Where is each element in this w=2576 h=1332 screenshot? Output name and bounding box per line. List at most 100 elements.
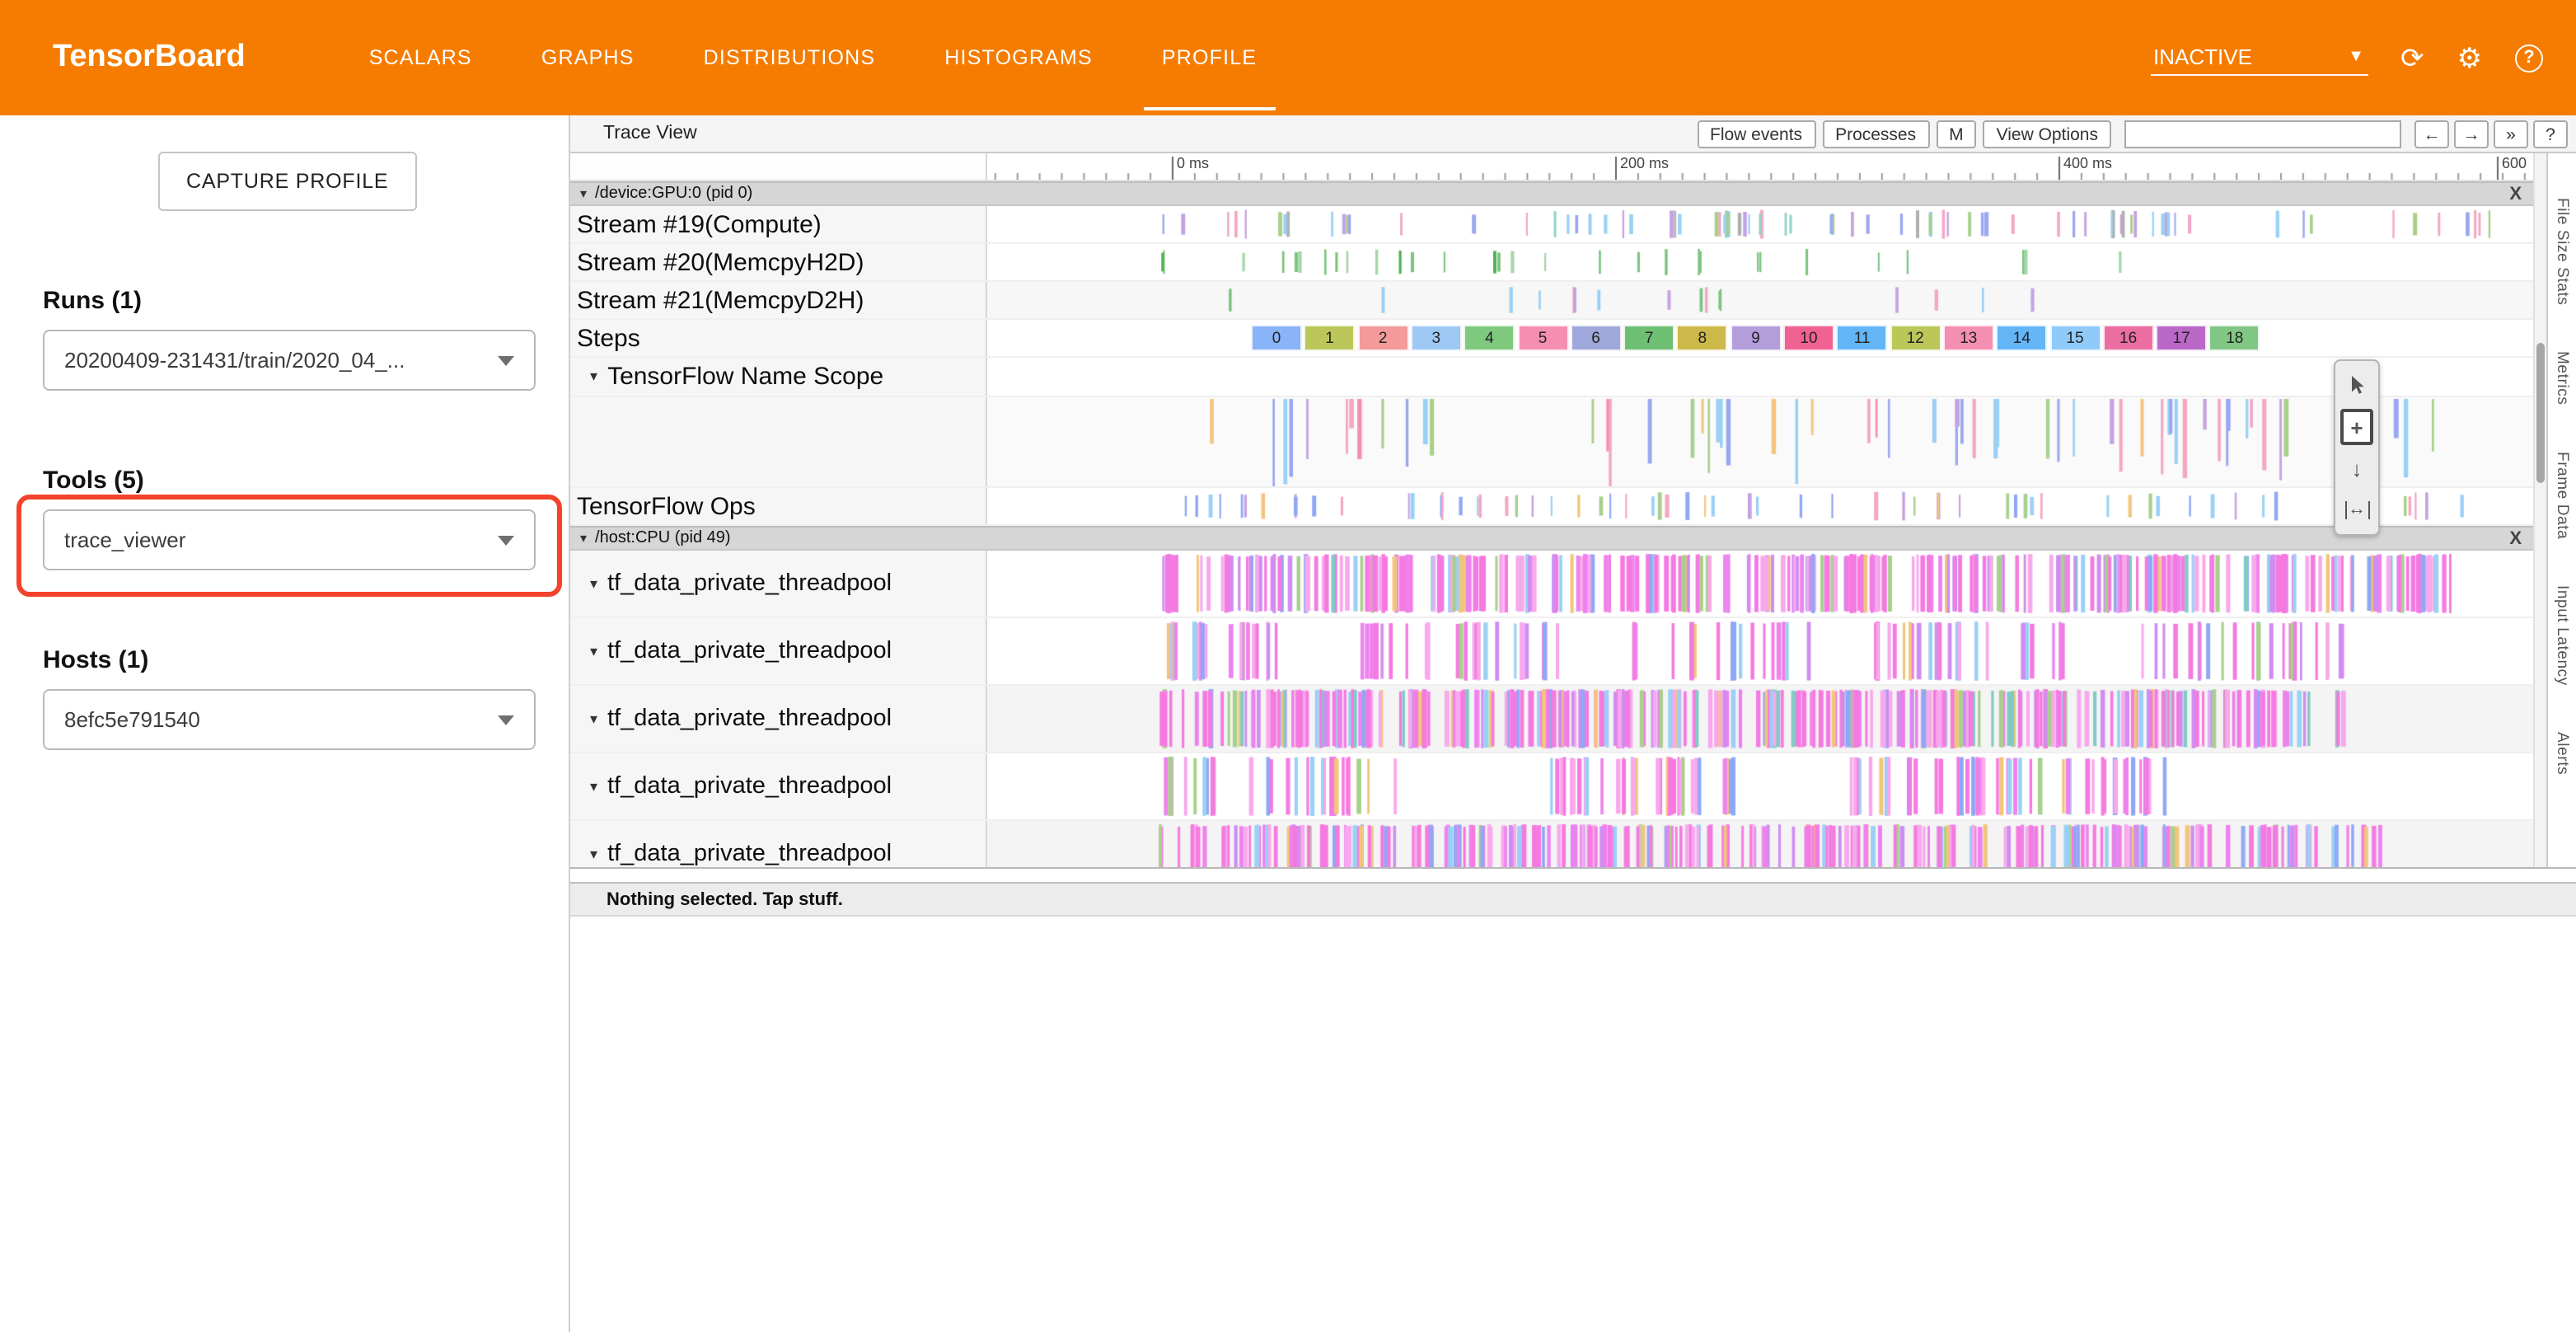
close-icon[interactable]: X <box>2509 528 2522 548</box>
trace-track[interactable] <box>987 753 2533 819</box>
step-block[interactable]: 11 <box>1837 325 1888 351</box>
trace-track[interactable] <box>987 821 2533 867</box>
row-label-text: tf_data_private_threadpool <box>607 638 892 664</box>
collapse-icon[interactable]: ▾ <box>590 642 597 660</box>
trace-track[interactable] <box>987 206 2533 242</box>
flow-events-button[interactable]: Flow events <box>1697 120 1815 148</box>
view-options-button[interactable]: View Options <box>1984 120 2111 148</box>
timeline-ruler-row: 0 ms200 ms400 ms600 <box>570 153 2533 181</box>
trace-events[interactable] <box>987 753 2533 819</box>
tab-histograms[interactable]: HISTOGRAMS <box>910 0 1127 115</box>
tab-scalars[interactable]: SCALARS <box>335 0 507 115</box>
trace-track[interactable] <box>987 244 2533 280</box>
close-icon[interactable]: X <box>2509 184 2522 204</box>
zoom-tool-button[interactable]: + <box>2340 409 2373 445</box>
tab-graphs[interactable]: GRAPHS <box>507 0 669 115</box>
step-block[interactable]: 16 <box>2103 325 2154 351</box>
collapse-icon[interactable]: ▾ <box>590 710 597 728</box>
scrollbar-thumb[interactable] <box>2536 343 2545 483</box>
collapse-icon[interactable]: ▾ <box>580 531 587 546</box>
trace-track[interactable] <box>987 488 2533 524</box>
trace-rows: 0 ms200 ms400 ms600▾/device:GPU:0 (pid 0… <box>570 153 2533 867</box>
trace-track[interactable] <box>987 551 2533 617</box>
row-label: TensorFlow Ops <box>570 488 987 524</box>
tab-profile[interactable]: PROFILE <box>1127 0 1291 115</box>
step-block[interactable]: 2 <box>1357 325 1408 351</box>
trace-track[interactable] <box>987 358 2533 396</box>
trace-events[interactable] <box>987 282 2533 318</box>
m-button[interactable]: M <box>1936 120 1977 148</box>
side-tab-input-latency[interactable]: Input Latency <box>2553 585 2571 686</box>
help-icon[interactable]: ? <box>2515 44 2543 72</box>
step-block[interactable]: 17 <box>2156 325 2207 351</box>
app-title: TensorBoard <box>53 0 246 115</box>
step-block[interactable]: 7 <box>1623 325 1674 351</box>
step-block[interactable]: 0 <box>1251 325 1302 351</box>
step-block[interactable]: 15 <box>2049 325 2101 351</box>
timeline-ruler[interactable]: 0 ms200 ms400 ms600 <box>987 153 2533 180</box>
trace-events[interactable] <box>987 821 2533 867</box>
detail-panel-text: Nothing selected. Tap stuff. <box>607 889 843 909</box>
collapse-icon[interactable]: ▾ <box>580 186 587 201</box>
pan-tool-button[interactable]: ↓ <box>2340 450 2373 486</box>
tools-dropdown[interactable]: trace_viewer <box>43 509 536 570</box>
next-button[interactable]: → <box>2454 120 2489 148</box>
side-tab-alerts[interactable]: Alerts <box>2553 732 2571 775</box>
step-block[interactable]: 4 <box>1464 325 1515 351</box>
prev-button[interactable]: ← <box>2414 120 2449 148</box>
trace-track[interactable]: 0123456789101112131415161718 <box>987 320 2533 356</box>
step-block[interactable]: 5 <box>1517 325 1568 351</box>
trace-track[interactable] <box>987 618 2533 684</box>
tab-distributions[interactable]: DISTRIBUTIONS <box>669 0 911 115</box>
timing-tool-button[interactable]: ↔ <box>2340 491 2373 528</box>
trace-events[interactable] <box>987 618 2533 684</box>
processes-button[interactable]: Processes <box>1822 120 1929 148</box>
trace-events[interactable] <box>987 686 2533 752</box>
trace-track[interactable] <box>987 397 2533 486</box>
trace-track[interactable] <box>987 282 2533 318</box>
step-block[interactable]: 1 <box>1304 325 1356 351</box>
runs-dropdown[interactable]: 20200409-231431/train/2020_04_... <box>43 330 536 391</box>
skip-button[interactable]: » <box>2494 120 2528 148</box>
select-tool-button[interactable] <box>2340 368 2373 404</box>
process-section-header: ▾/host:CPU (pid 49)X <box>570 526 2533 551</box>
capture-profile-button[interactable]: CAPTURE PROFILE <box>158 152 416 211</box>
collapse-icon[interactable]: ▾ <box>590 777 597 795</box>
step-block[interactable]: 13 <box>1943 325 1994 351</box>
trace-events[interactable] <box>987 488 2533 524</box>
step-block[interactable]: 9 <box>1730 325 1781 351</box>
step-block[interactable]: 3 <box>1411 325 1462 351</box>
status-label: INACTIVE <box>2153 45 2252 69</box>
trace-events[interactable] <box>987 206 2533 242</box>
step-block[interactable]: 12 <box>1890 325 1941 351</box>
gear-icon[interactable]: ⚙ <box>2457 44 2483 72</box>
trace-events[interactable] <box>987 244 2533 280</box>
hosts-dropdown[interactable]: 8efc5e791540 <box>43 689 536 750</box>
step-block[interactable]: 6 <box>1571 325 1622 351</box>
help-button[interactable]: ? <box>2533 120 2568 148</box>
collapse-icon[interactable]: ▾ <box>590 368 597 386</box>
refresh-icon[interactable]: ⟳ <box>2400 44 2424 72</box>
side-tab-frame-data[interactable]: Frame Data <box>2553 452 2571 539</box>
cursor-icon <box>2347 374 2367 397</box>
tools-label: Tools (5) <box>43 467 569 495</box>
collapse-icon[interactable]: ▾ <box>590 575 597 593</box>
vertical-scrollbar[interactable] <box>2533 153 2546 867</box>
step-block[interactable]: 8 <box>1677 325 1728 351</box>
step-block[interactable]: 18 <box>2209 325 2260 351</box>
side-tab-file-size-stats[interactable]: File Size Stats <box>2553 198 2571 305</box>
trace-search-input[interactable] <box>2124 120 2401 148</box>
runs-value: 20200409-231431/train/2020_04_... <box>64 348 405 373</box>
trace-track[interactable] <box>987 686 2533 752</box>
step-block[interactable]: 10 <box>1783 325 1834 351</box>
trace-events[interactable] <box>987 551 2533 617</box>
collapse-icon[interactable]: ▾ <box>590 845 597 863</box>
side-tab-metrics[interactable]: Metrics <box>2553 351 2571 405</box>
trace-events[interactable] <box>987 397 2533 486</box>
chevron-down-icon <box>498 535 514 545</box>
row-label-text: tf_data_private_threadpool <box>607 773 892 800</box>
status-dropdown[interactable]: INACTIVE ▼ <box>2150 40 2368 76</box>
topbar-actions: INACTIVE ▼ ⟳ ⚙ ? <box>2150 0 2543 115</box>
row-label-text: tf_data_private_threadpool <box>607 570 892 597</box>
step-block[interactable]: 14 <box>1996 325 2047 351</box>
